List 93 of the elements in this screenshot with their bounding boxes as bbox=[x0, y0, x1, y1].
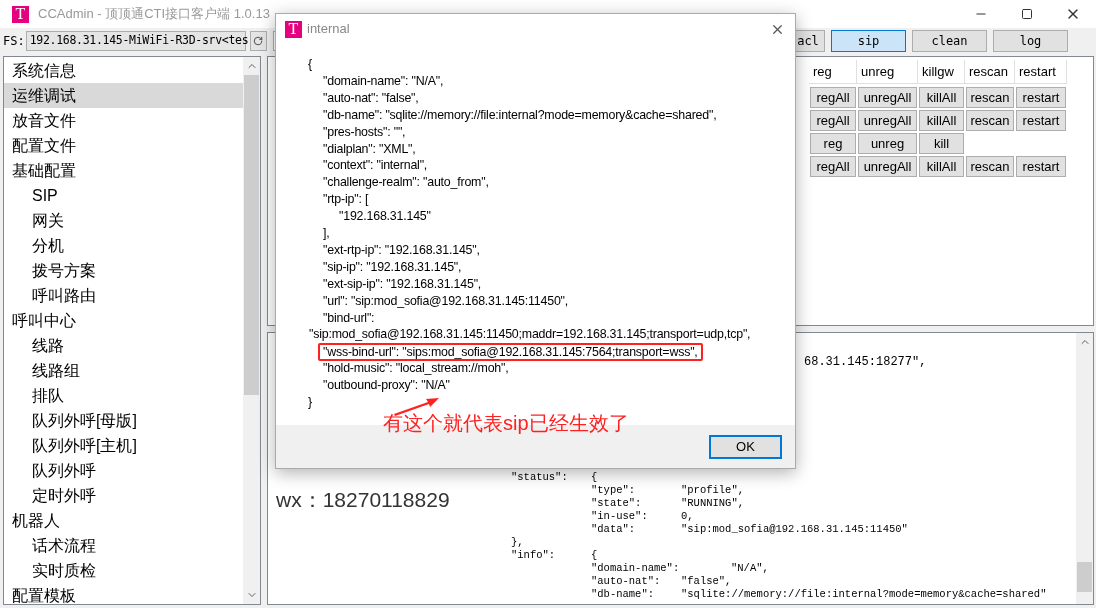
scrollbar[interactable] bbox=[243, 57, 260, 604]
json-line: "url": "sip:mod_sofia@192.168.31.145:11450", bbox=[323, 292, 569, 310]
table-action-button[interactable]: restart bbox=[1016, 87, 1066, 108]
toolbar-button[interactable]: log bbox=[993, 30, 1068, 52]
table-action-button[interactable]: restart bbox=[1016, 156, 1066, 177]
column-header: killgw bbox=[918, 60, 965, 84]
maximize-icon bbox=[1021, 8, 1033, 20]
output-key: "status": bbox=[511, 469, 591, 486]
json-line: "outbound-proxy": "N/A" bbox=[323, 377, 450, 395]
scroll-thumb[interactable] bbox=[1077, 562, 1092, 592]
sidebar-item[interactable]: 定时外呼 bbox=[4, 483, 243, 508]
fs-label: FS: bbox=[3, 33, 25, 50]
json-line: "sip-ip": "192.168.31.145", bbox=[323, 258, 462, 276]
sidebar-item[interactable]: 分机 bbox=[4, 233, 243, 258]
json-line: "dialplan": "XML", bbox=[323, 140, 416, 158]
ok-button[interactable]: OK bbox=[709, 434, 782, 459]
output-value: { bbox=[591, 469, 598, 485]
output-value: "sip:mod_sofia@192.168.31.145:11450" bbox=[681, 521, 908, 537]
output-value: 0, bbox=[681, 508, 694, 524]
json-line: "192.168.31.145" bbox=[339, 208, 431, 226]
table-action-button[interactable]: unregAll bbox=[858, 156, 917, 177]
table-action-button[interactable]: unreg bbox=[858, 133, 917, 154]
sidebar-item[interactable]: 基础配置 bbox=[4, 158, 243, 183]
sidebar-item[interactable]: 队列外呼[主机] bbox=[4, 433, 243, 458]
table-action-button[interactable]: unregAll bbox=[858, 87, 917, 108]
json-line: "hold-music": "local_stream://moh", bbox=[323, 360, 509, 378]
toolbar-button[interactable]: clean bbox=[912, 30, 987, 52]
column-header: rescan bbox=[965, 60, 1015, 84]
sidebar-item[interactable]: 拨号方案 bbox=[4, 258, 243, 283]
table-action-button[interactable]: rescan bbox=[966, 87, 1014, 108]
json-line: "auto-nat": "false", bbox=[323, 89, 419, 107]
output-value: "N/A", bbox=[731, 560, 769, 576]
column-header: reg bbox=[809, 60, 857, 84]
output-line: 68.31.145:18277", bbox=[804, 354, 928, 371]
table-action-button[interactable]: killAll bbox=[919, 87, 964, 108]
sidebar-item[interactable]: 配置文件 bbox=[4, 133, 243, 158]
output-value: "RUNNING", bbox=[681, 495, 744, 511]
sidebar-item[interactable]: 呼叫路由 bbox=[4, 283, 243, 308]
sidebar-item[interactable]: 线路 bbox=[4, 333, 243, 358]
sidebar-item[interactable]: 队列外呼 bbox=[4, 458, 243, 483]
sidebar-item[interactable]: 呼叫中心 bbox=[4, 308, 243, 333]
annotation-text: 有这个就代表sip已经生效了 bbox=[383, 411, 629, 436]
json-line: { bbox=[308, 56, 312, 74]
json-line: "sip:mod_sofia@192.168.31.145:11450;maddr=192.168.31.145;transport=udp,tcp", bbox=[309, 326, 751, 344]
table-action-button[interactable]: rescan bbox=[966, 110, 1014, 131]
json-line: "ext-sip-ip": "192.168.31.145", bbox=[323, 275, 482, 293]
scrollbar[interactable] bbox=[1076, 333, 1093, 604]
table-action-button[interactable]: kill bbox=[919, 133, 964, 154]
sidebar-item[interactable]: 话术流程 bbox=[4, 533, 243, 558]
json-line: "ext-rtp-ip": "192.168.31.145", bbox=[323, 241, 480, 259]
refresh-icon bbox=[253, 36, 264, 46]
sidebar-item[interactable]: 队列外呼[母版] bbox=[4, 408, 243, 433]
column-header: restart bbox=[1015, 60, 1067, 84]
column-header: unreg bbox=[857, 60, 918, 84]
table-action-button[interactable]: regAll bbox=[810, 110, 856, 131]
refresh-button[interactable] bbox=[249, 31, 267, 51]
json-line: "domain-name": "N/A", bbox=[323, 73, 444, 91]
sidebar-item[interactable]: 网关 bbox=[4, 208, 243, 233]
json-line: "context": "internal", bbox=[323, 157, 428, 175]
output-value: "sqlite://memory://file:internal?mode=memory&cache=shared" bbox=[681, 586, 1047, 602]
contact-text: wx：18270118829 bbox=[276, 488, 450, 511]
table-action-button[interactable]: restart bbox=[1016, 110, 1066, 131]
sidebar-item[interactable]: 机器人 bbox=[4, 508, 243, 533]
table-action-button[interactable]: regAll bbox=[810, 87, 856, 108]
table-action-button[interactable]: unregAll bbox=[858, 110, 917, 131]
sidebar-item[interactable]: 实时质检 bbox=[4, 558, 243, 583]
sidebar-item[interactable]: 运维调试 bbox=[4, 83, 243, 108]
sidebar-item[interactable]: SIP bbox=[4, 183, 243, 208]
app-logo: T bbox=[285, 20, 302, 38]
output-value: "profile", bbox=[681, 482, 744, 498]
sidebar-item[interactable]: 系统信息 bbox=[4, 58, 243, 83]
json-line: "db-name": "sqlite://memory://file:internal?mode=memory&cache=shared", bbox=[323, 106, 717, 124]
json-line: "bind-url": bbox=[323, 309, 375, 327]
json-line: "challenge-realm": "auto_from", bbox=[323, 174, 489, 192]
json-line: "pres-hosts": "", bbox=[323, 123, 406, 141]
server-select[interactable]: 192.168.31.145-MiWiFi-R3D-srv<tes bbox=[25, 31, 246, 51]
sidebar-item[interactable]: 放音文件 bbox=[4, 108, 243, 133]
sidebar-item[interactable]: 排队 bbox=[4, 383, 243, 408]
sidebar-item[interactable]: 配置模板 bbox=[4, 583, 243, 604]
window-title: CCAdmin - 顶顶通CTI接口客户端 1.0.13 bbox=[38, 5, 270, 24]
table-action-button[interactable]: killAll bbox=[919, 110, 964, 131]
app-logo: T bbox=[12, 5, 29, 23]
table-action-button[interactable]: reg bbox=[810, 133, 856, 154]
table-action-button[interactable]: rescan bbox=[966, 156, 1014, 177]
table-action-button[interactable]: killAll bbox=[919, 156, 964, 177]
dialog-title: internal bbox=[307, 20, 350, 39]
json-line: } bbox=[308, 393, 312, 411]
scroll-thumb[interactable] bbox=[244, 75, 259, 395]
json-line: "rtp-ip": [ bbox=[323, 191, 369, 209]
toolbar-button[interactable]: sip bbox=[831, 30, 906, 52]
sidebar-item[interactable]: 线路组 bbox=[4, 358, 243, 383]
json-line: ], bbox=[323, 225, 330, 243]
table-action-button[interactable]: regAll bbox=[810, 156, 856, 177]
